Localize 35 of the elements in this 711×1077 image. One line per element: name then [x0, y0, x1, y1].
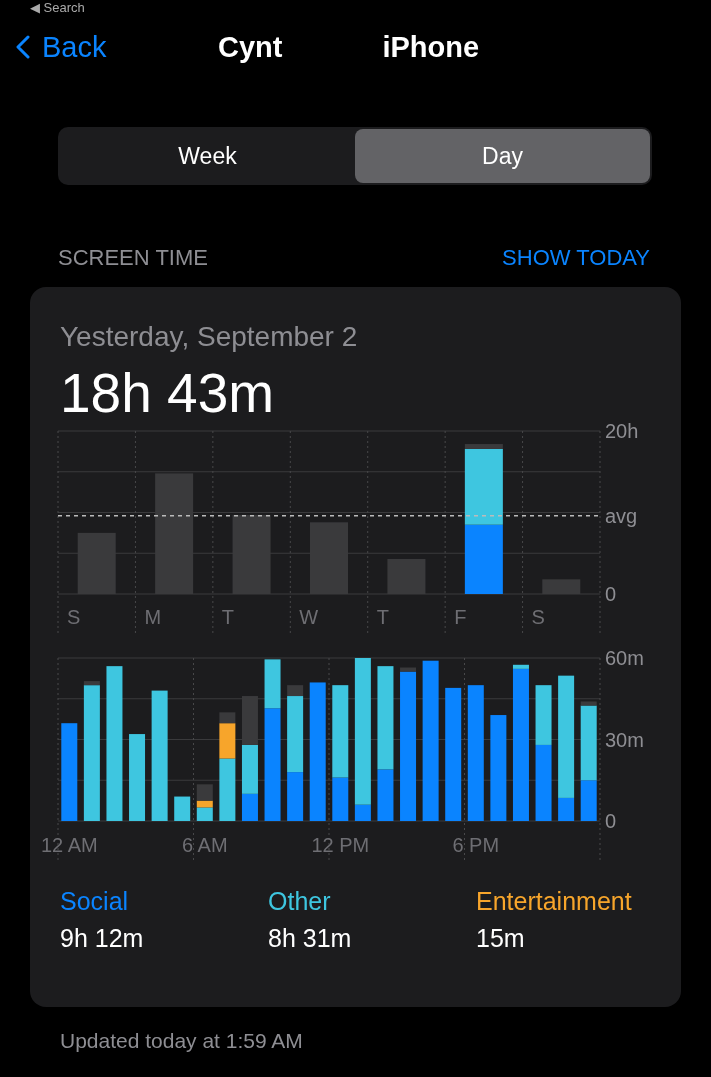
axis-label: 60m [605, 647, 644, 669]
segment-tab[interactable]: Week [60, 129, 355, 183]
day-label: M [144, 606, 162, 628]
day-label: T [221, 606, 235, 628]
show-today-link[interactable]: SHOW TODAY [502, 245, 650, 271]
hour-label: 6 PM [452, 834, 500, 856]
search-link[interactable]: ◀ Search [30, 0, 681, 15]
hour-label: 12 PM [311, 834, 370, 856]
axis-label: 20h [605, 420, 639, 442]
axis-label: 0 [605, 810, 617, 832]
day-label: F [454, 606, 467, 628]
chevron-left-icon [16, 35, 30, 59]
nav-title: Cynt [218, 30, 283, 64]
category-time: 8h 31m [268, 924, 353, 953]
axis-label: 0 [605, 583, 617, 605]
day-label: T [376, 606, 389, 628]
nav-title: iPhone [382, 30, 480, 64]
hour-label: 6 AM [182, 834, 228, 856]
day-label: S [531, 606, 545, 628]
total-time: 18h 43m [60, 361, 276, 425]
segment-tab[interactable]: Day [355, 129, 650, 183]
day-label: W [299, 606, 319, 628]
back-button[interactable]: Back [16, 30, 107, 64]
category-name: Other [268, 887, 332, 916]
category-name: Social [60, 887, 130, 916]
category-name: Entertainment [476, 887, 632, 916]
date-label: Yesterday, September 2 [60, 321, 359, 353]
category-time: 9h 12m [60, 924, 145, 953]
day-label: S [67, 606, 81, 628]
hour-label: 12 AM [40, 834, 98, 856]
axis-label: avg [605, 504, 638, 527]
section-title: SCREEN TIME [58, 245, 208, 271]
updated-note: Updated today at 1:59 AM [60, 1029, 304, 1053]
axis-label: 30m [605, 728, 644, 751]
category-time: 15m [476, 924, 526, 953]
